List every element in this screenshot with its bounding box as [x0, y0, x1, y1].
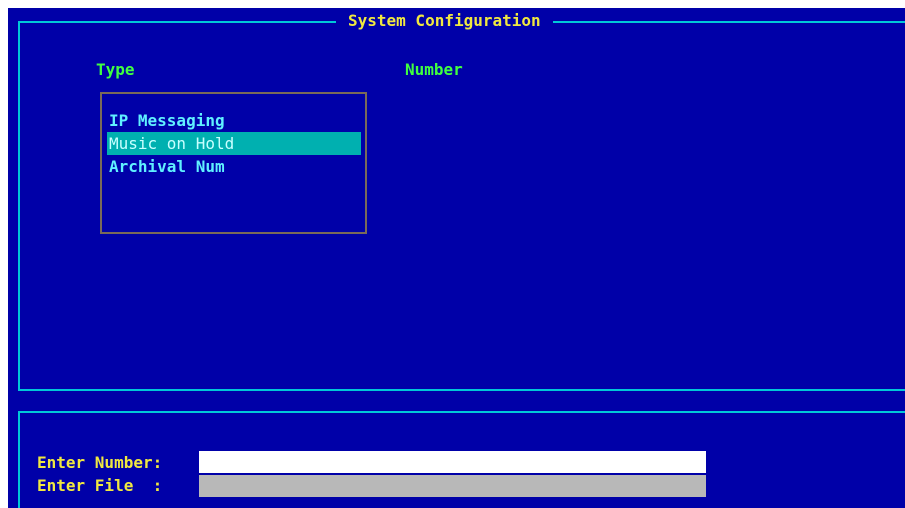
list-item-archival-num[interactable]: Archival Num: [107, 155, 361, 178]
dos-screen: System Configuration Type Number IP Mess…: [8, 8, 905, 508]
window-title: System Configuration: [336, 11, 553, 31]
list-item-music-on-hold[interactable]: Music on Hold: [107, 132, 361, 155]
enter-number-field[interactable]: [199, 451, 706, 473]
enter-file-label: Enter File :: [37, 476, 163, 495]
number-column-header: Number: [405, 60, 463, 79]
enter-number-label: Enter Number:: [37, 453, 163, 472]
type-listbox[interactable]: IP Messaging Music on Hold Archival Num: [100, 92, 367, 234]
type-column-header: Type: [96, 60, 135, 79]
list-item-ip-messaging[interactable]: IP Messaging: [107, 109, 361, 132]
enter-file-field[interactable]: [199, 475, 706, 497]
